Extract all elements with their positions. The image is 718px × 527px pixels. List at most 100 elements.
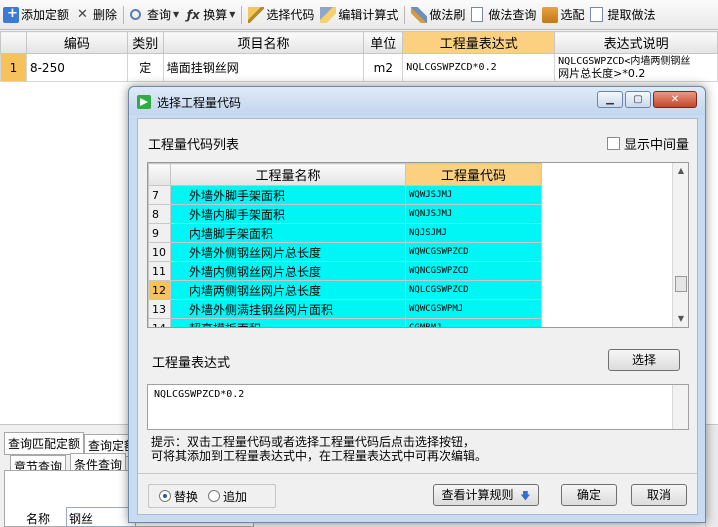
show-intermediate-checkbox[interactable]: 显示中间量 [607,134,689,153]
radio-dot-selected[interactable] [159,490,171,502]
grid-header-name[interactable]: 项目名称 [162,31,365,54]
list-item[interactable]: 7 外墙外脚手架面积 WQWJSJMJ [148,185,542,205]
minimize-button[interactable]: ▁ [597,91,623,108]
ok-button[interactable]: 确定 [561,484,617,506]
list-item-name[interactable]: 外墙外脚手架面积 [170,185,406,205]
list-item-code[interactable]: WQNCGSWPZCD [405,261,542,281]
scroll-up-icon[interactable]: ▲ [673,163,688,179]
extract-icon [590,7,604,22]
list-item-name[interactable]: 内墙两侧钢丝网片总长度 [170,280,406,300]
list-item-name[interactable]: 超高模板面积 [170,318,406,327]
extract-method-button[interactable]: 提取做法 [587,4,658,26]
hint-line: 可将其添加到工程量表达式中，在工程量表达式中可再次编辑。 [151,449,488,463]
fx-icon: ƒx [186,7,200,22]
scrollbar[interactable] [705,426,718,527]
list-item[interactable]: 10 外墙外侧钢丝网片总长度 WQWCGSWPZCD [148,242,542,262]
scrollbar-thumb[interactable] [675,276,687,292]
view-rules-button[interactable]: 查看计算规则 🡇 [433,484,539,506]
expr-label: 工程量表达式 [152,356,231,371]
code-list-scrollbar[interactable]: ▲ ▼ [672,163,688,327]
show-intermediate-label: 显示中间量 [624,138,690,153]
edit-formula-button[interactable]: 编辑计算式 [317,4,401,26]
list-item[interactable]: 8 外墙内脚手架面积 WQNJSJMJ [148,204,542,224]
grid-header-unit[interactable]: 单位 [363,31,404,54]
list-item[interactable]: 14超高模板面积CGMBMJ [148,318,542,327]
query-button[interactable]: 查询 ▼ [127,4,182,26]
grid-header-expr[interactable]: 工程量表达式 [402,31,556,54]
add-quota-icon [3,6,19,23]
radio-append-label: 追加 [223,489,248,504]
list-item-code[interactable]: WQWCGSWPZCD [405,242,542,262]
add-quota-button[interactable]: 添加定额 [0,4,72,26]
pick-code-label: 选择代码 [266,8,315,22]
method-brush-button[interactable]: 做法刷 [408,4,468,26]
pick-code-button[interactable]: 选择代码 [245,4,317,26]
list-item[interactable]: 9 内墙脚手架面积 NQJSJMJ [148,223,542,243]
chevron-down-icon: ▼ [229,10,236,19]
list-corner-header [148,163,171,186]
pick-code-icon [248,6,265,23]
cell-code[interactable]: 8-250 [25,53,128,82]
expr-scrollbar[interactable] [672,385,688,429]
chevron-down-icon: ▼ [173,10,180,19]
list-item-code[interactable]: NQJSJMJ [405,223,542,243]
add-quota-label: 添加定额 [21,8,70,22]
list-row-num: 9 [148,223,171,243]
delete-icon [75,7,91,23]
toolbar-separator [241,5,243,24]
list-item-code[interactable]: NQLCGSWPZCD [405,280,542,300]
radio-dot[interactable] [208,490,221,502]
cell-expr[interactable]: NQLCGSWPZCD*0.2 [402,53,556,82]
table-row[interactable]: 1 8-250 定 墙面挂钢丝网 m2 NQLCGSWPZCD*0.2 NQLC… [0,53,718,82]
list-item-code[interactable]: WQWJSJMJ [405,185,542,205]
list-item-code[interactable]: WQWCGSWPMJ [405,299,542,319]
expr-input[interactable]: NQLCGSWPZCD*0.2 [147,384,689,430]
list-row-num: 12 [148,280,171,300]
list-item-name[interactable]: 外墙外侧满挂钢丝网片面积 [170,299,406,319]
select-button[interactable]: 选择 [608,349,680,371]
list-item-code[interactable]: WQNJSJMJ [405,204,542,224]
view-rules-label: 查看计算规则 [441,488,514,502]
hint-text: 提示：双击工程量代码或者选择工程量代码后点击选择按钮， 可将其添加到工程量表达式… [151,435,487,463]
delete-button[interactable]: 删除 [72,4,120,26]
method-query-button[interactable]: 做法查询 [468,4,539,26]
method-brush-label: 做法刷 [429,8,466,22]
expr-value: NQLCGSWPZCD*0.2 [154,389,245,400]
name-input[interactable]: 钢丝 [66,507,136,527]
dialog-titlebar[interactable]: 选择工程量代码 ▁ ▢ ✕ [129,87,705,115]
list-header-code[interactable]: 工程量代码 [405,163,542,186]
list-header-name[interactable]: 工程量名称 [170,163,406,186]
list-item-name[interactable]: 外墙内脚手架面积 [170,204,406,224]
list-row-num: 10 [148,242,171,262]
radio-replace[interactable]: 替换 [159,488,198,505]
code-list-table: 工程量名称 工程量代码 7 外墙外脚手架面积 WQWJSJMJ 8 外墙内脚手架面积 W… [147,162,689,328]
cell-type[interactable]: 定 [126,53,164,82]
radio-append[interactable]: 追加 [208,488,247,505]
cell-expr-desc[interactable]: NQLCGSWPZCD<内墙两侧钢丝 网片总长度>*0.2 [554,53,718,82]
scroll-down-icon[interactable]: ▼ [673,311,688,327]
list-item-name[interactable]: 外墙外侧钢丝网片总长度 [170,242,406,262]
row-number[interactable]: 1 [0,53,27,82]
list-item-name[interactable]: 内墙脚手架面积 [170,223,406,243]
list-item-name[interactable]: 外墙内侧钢丝网片总长度 [170,261,406,281]
checkbox-box[interactable] [607,137,620,150]
cancel-button[interactable]: 取消 [631,484,687,506]
code-list-label: 工程量代码列表 [148,138,240,153]
close-button[interactable]: ✕ [653,91,697,108]
convert-label: 换算 [203,8,228,22]
list-item-selected[interactable]: 12 内墙两侧钢丝网片总长度 NQLCGSWPZCD [148,280,542,300]
cell-name[interactable]: 墙面挂钢丝网 [162,53,365,82]
document-search-icon [471,7,484,22]
tab-query-match[interactable]: 查询匹配定额 [4,432,85,455]
maximize-button[interactable]: ▢ [625,91,651,108]
method-query-label: 做法查询 [488,8,537,22]
grid-header-code[interactable]: 编码 [25,31,128,54]
cell-unit[interactable]: m2 [363,53,404,82]
match-button[interactable]: 选配 [539,4,587,26]
grid-header-desc[interactable]: 表达式说明 [554,31,718,54]
convert-button[interactable]: ƒx 换算 ▼ [182,4,238,26]
grid-header-type[interactable]: 类别 [126,31,164,54]
list-item[interactable]: 11 外墙内侧钢丝网片总长度 WQNCGSWPZCD [148,261,542,281]
list-item[interactable]: 13 外墙外侧满挂钢丝网片面积 WQWCGSWPMJ [148,299,542,319]
list-item-code[interactable]: CGMBMJ [405,318,542,327]
